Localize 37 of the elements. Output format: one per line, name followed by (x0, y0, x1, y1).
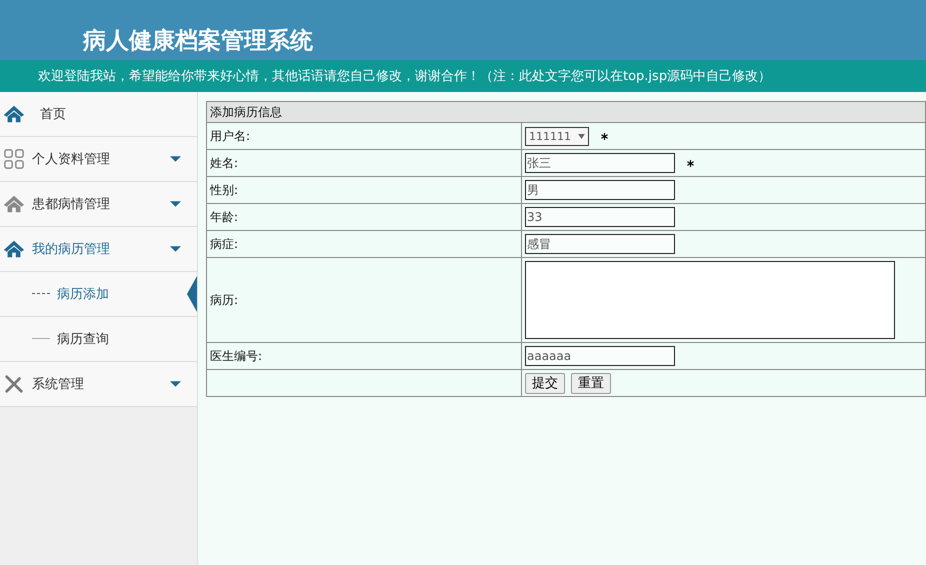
submenu-item[interactable]: 病历查询 (0, 317, 197, 362)
form-title: 添加病历信息 (206, 102, 926, 122)
sidebar-item[interactable]: 首页 (0, 92, 197, 137)
reset-button[interactable]: 重置 (571, 372, 611, 394)
sidebar-item[interactable]: 个人资料管理 (0, 137, 197, 182)
input-field[interactable]: 33 (525, 207, 675, 227)
textarea-field[interactable] (525, 261, 895, 339)
sidebar-item[interactable]: 系统管理 (0, 362, 197, 407)
field-label: 年龄: (210, 210, 238, 224)
sidebar-item[interactable]: 我的病历管理 (0, 227, 197, 272)
field-label: 性别: (210, 182, 238, 196)
home-icon (3, 194, 25, 214)
home-icon (3, 239, 25, 259)
user-select[interactable]: 111111 (525, 126, 589, 146)
field-label: 病症: (210, 236, 238, 250)
caret-icon (170, 156, 181, 162)
field-label: 病历: (210, 292, 238, 306)
caret-icon (170, 381, 181, 387)
field-label: 医生编号: (210, 348, 262, 362)
notice-text: 欢迎登陆我站，希望能给你带来好心情，其他话语请您自己修改，谢谢合作！（注：此处文字您可以在top.jsp源码中自己修改） (38, 68, 772, 85)
submenu-item[interactable]: 病历添加 (0, 272, 197, 317)
system-title: 病人健康档案管理系统 (83, 26, 313, 56)
dropdown-arrow-icon (578, 134, 585, 138)
grid-icon (3, 149, 25, 169)
active-pointer-icon (187, 276, 197, 312)
input-field[interactable]: 男 (525, 180, 675, 200)
home-icon (3, 104, 25, 124)
input-field[interactable]: aaaaaa (525, 346, 675, 366)
tools-icon (3, 374, 25, 394)
field-label: 姓名: (210, 156, 238, 170)
field-label: 用户名: (210, 128, 250, 142)
sidebar-item[interactable]: 患都病情管理 (0, 182, 197, 227)
caret-icon (170, 246, 181, 252)
submit-button[interactable]: 提交 (525, 372, 565, 394)
input-field[interactable]: 感冒 (525, 234, 675, 254)
input-field[interactable]: 张三 (525, 153, 675, 173)
caret-icon (170, 201, 181, 207)
